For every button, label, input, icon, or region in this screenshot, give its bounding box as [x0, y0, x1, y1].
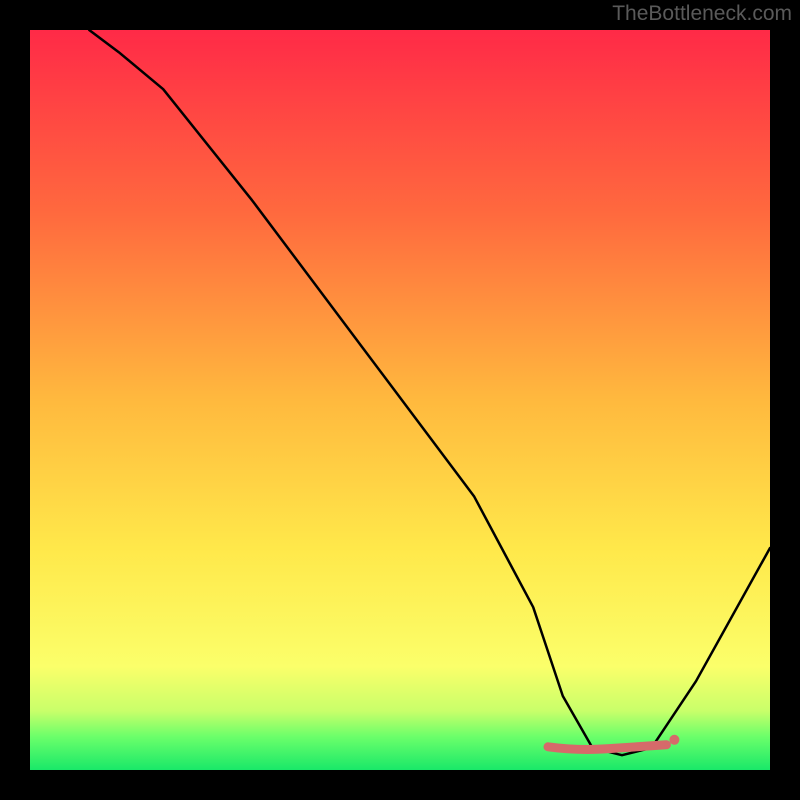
gradient-background [30, 30, 770, 770]
watermark-text: TheBottleneck.com [612, 2, 792, 26]
chart-frame: TheBottleneck.com [0, 0, 800, 800]
